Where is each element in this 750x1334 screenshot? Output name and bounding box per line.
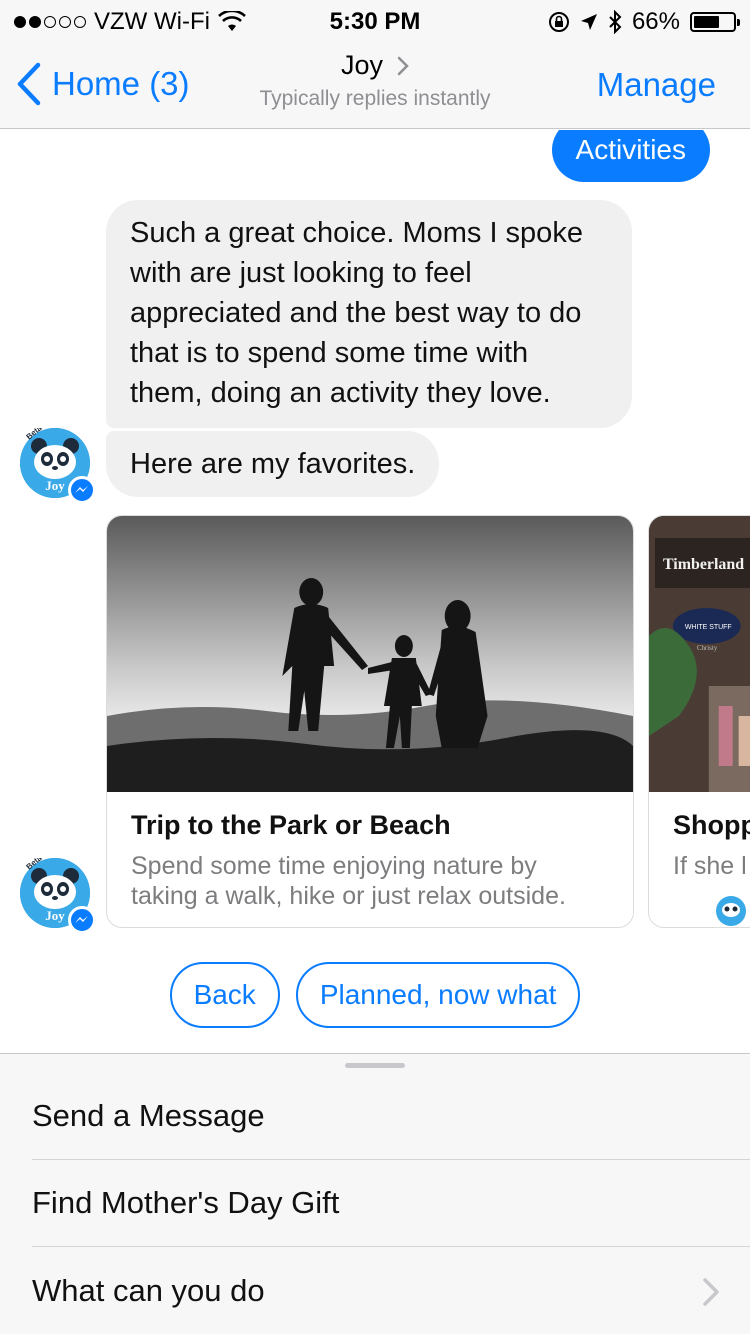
messenger-badge-icon [68,476,96,504]
battery-fill [694,16,720,28]
nav-bar: Home (3) Joy Typically replies instantly… [0,40,750,129]
read-receipt-icon [716,896,746,926]
avatar-label: Joy [45,478,65,493]
card-body: Trip to the Park or Beach Spend some tim… [107,792,633,927]
messenger-badge-icon [68,906,96,934]
location-arrow-icon [580,14,597,30]
back-button[interactable]: Home (3) [16,62,190,106]
store-sign-timberland: Timberland [663,556,744,573]
menu-drag-handle[interactable] [345,1063,405,1068]
quick-replies: Back Planned, now what [0,962,750,1028]
bot-avatar[interactable]: Beta Joy [20,423,96,504]
menu-item-find-gift[interactable]: Find Mother's Day Gift [32,1159,750,1247]
menu-item-label: Send a Message [32,1097,265,1133]
chat-thread[interactable]: Activities Such a great choice. Moms I s… [0,130,750,1053]
persistent-menu: Send a Message Find Mother's Day Gift Wh… [0,1053,750,1334]
store-sign-whitestuff: WHITE STUFF [685,624,732,631]
menu-item-label: Find Mother's Day Gift [32,1184,340,1220]
battery-icon [690,12,740,32]
menu-item-what-can-you-do[interactable]: What can you do [32,1247,750,1334]
manage-button[interactable]: Manage [597,66,716,104]
card-title: Shopp [673,810,750,840]
sent-message-bubble: Activities [551,130,710,182]
bluetooth-icon [609,10,622,34]
carousel-card[interactable]: Trip to the Park or Beach Spend some tim… [106,515,634,928]
quick-reply-planned[interactable]: Planned, now what [295,962,581,1028]
chevron-right-icon [703,1278,719,1306]
contact-name: Joy [340,50,384,80]
conversation-title: Joy [341,50,409,81]
card-image-shopping-street: Timberland WHITE STUFF Christy [649,516,750,792]
status-bar: VZW Wi-Fi 5:30 PM 66% [0,0,750,40]
quick-reply-back[interactable]: Back [169,962,280,1028]
conversation-header[interactable]: Joy Typically replies instantly [200,50,550,111]
menu-item-send-message[interactable]: Send a Message [32,1072,750,1160]
store-sign-christy: Christy [697,644,718,652]
chevron-right-icon [397,56,409,75]
received-message-bubble: Such a great choice. Moms I spoke with a… [106,200,632,428]
menu-item-label: What can you do [32,1272,265,1308]
reply-status: Typically replies instantly [259,87,491,110]
carousel-card[interactable]: Timberland WHITE STUFF Christy Shopp If … [648,515,750,928]
bot-avatar[interactable]: Beta Joy [20,853,96,934]
card-image-family-silhouette [107,516,633,792]
card-description: If she l at her [673,852,750,880]
back-label: Home (3) [52,65,190,102]
rotation-lock-icon [548,12,569,32]
card-body: Shopp If she l at her [649,792,750,899]
status-right: 66% [548,8,740,36]
battery-percent: 66% [631,8,680,35]
avatar-label: Joy [45,908,65,923]
card-description: Spend some time enjoying nature by takin… [131,852,566,910]
card-title: Trip to the Park or Beach [131,810,451,840]
chevron-left-icon [17,62,41,106]
received-message-bubble: Here are my favorites. [106,431,440,497]
